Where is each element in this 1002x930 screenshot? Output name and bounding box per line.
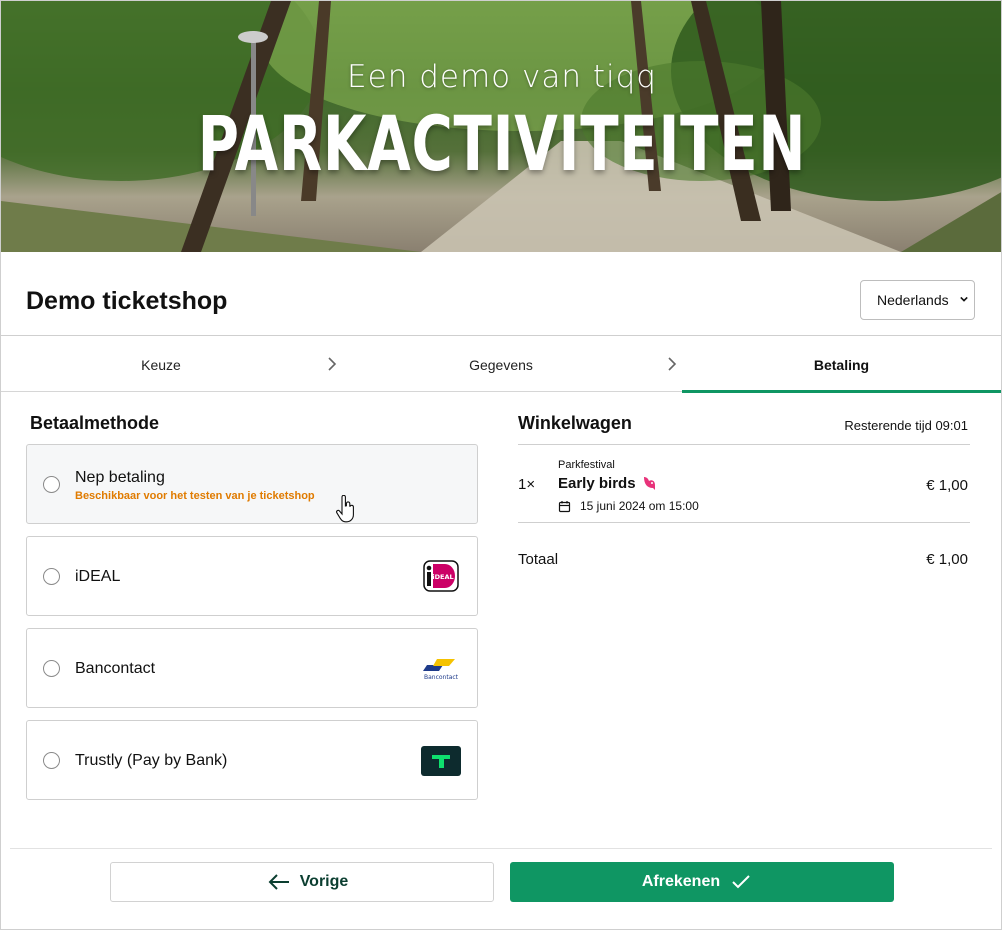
cart-total-value: € 1,00 bbox=[926, 551, 968, 568]
shop-header: Demo ticketshop Nederlands bbox=[1, 252, 1001, 336]
radio-trustly[interactable] bbox=[43, 752, 60, 769]
arrow-left-icon bbox=[268, 874, 289, 890]
bird-icon bbox=[644, 477, 655, 490]
payment-option-ideal[interactable]: iDEAL iDEAL bbox=[26, 536, 478, 616]
step-gegevens-label: Gegevens bbox=[469, 356, 533, 373]
step-keuze[interactable]: Keuze bbox=[1, 337, 321, 392]
radio-nep[interactable] bbox=[43, 476, 60, 493]
divider bbox=[518, 444, 970, 445]
calendar-icon bbox=[558, 501, 571, 513]
checkout-button[interactable]: Afrekenen bbox=[510, 862, 894, 902]
step-gegevens[interactable]: Gegevens bbox=[341, 337, 661, 392]
previous-button[interactable]: Vorige bbox=[110, 862, 494, 902]
ideal-logo: iDEAL bbox=[423, 560, 459, 592]
cart-item-qty: 1× bbox=[518, 476, 536, 493]
payment-heading: Betaalmethode bbox=[30, 413, 160, 433]
checkout-button-label: Afrekenen bbox=[641, 873, 721, 890]
hero-banner: Een demo van tiqq PARKACTIVITEITEN bbox=[1, 1, 1001, 252]
payment-label-bancontact: Bancontact bbox=[75, 660, 156, 677]
cart-time-left: Resterende tijd 09:01 bbox=[844, 418, 968, 433]
banner-subtitle: Een demo van tiqq bbox=[347, 59, 657, 95]
chevron-down-icon bbox=[960, 296, 968, 302]
chevron-right-icon bbox=[328, 357, 337, 371]
ideal-logo-text: iDEAL bbox=[432, 573, 453, 581]
cart-item-name: Early birds bbox=[558, 475, 636, 492]
step-betaling-label: Betaling bbox=[813, 356, 870, 373]
bancontact-logo-text: Bancontact bbox=[424, 674, 459, 681]
step-keuze-label: Keuze bbox=[141, 356, 181, 373]
cart-heading: Winkelwagen bbox=[518, 413, 632, 433]
radio-ideal[interactable] bbox=[43, 568, 60, 585]
radio-bancontact[interactable] bbox=[43, 660, 60, 677]
payment-hint-nep: Beschikbaar voor het testen van je ticke… bbox=[75, 490, 315, 502]
language-select[interactable]: Nederlands bbox=[860, 280, 975, 320]
payment-label-trustly: Trustly (Pay by Bank) bbox=[75, 752, 228, 769]
cart-total-label: Totaal bbox=[518, 551, 559, 568]
chevron-right-icon bbox=[668, 357, 677, 371]
step-betaling[interactable]: Betaling bbox=[682, 337, 1001, 393]
payment-option-trustly[interactable]: Trustly (Pay by Bank) bbox=[26, 720, 478, 800]
cart-item-price: € 1,00 bbox=[926, 477, 968, 494]
hand-cursor-icon bbox=[336, 495, 354, 523]
divider bbox=[518, 522, 970, 523]
footer-divider bbox=[10, 848, 992, 849]
payment-label-ideal: iDEAL bbox=[75, 568, 121, 585]
cart-item-event: Parkfestival bbox=[558, 459, 615, 471]
cart-item-date: 15 juni 2024 om 15:00 bbox=[580, 499, 699, 513]
payment-label-nep: Nep betaling bbox=[75, 469, 165, 486]
bancontact-logo: Bancontact bbox=[423, 659, 459, 681]
payment-option-nep[interactable]: Nep betaling Beschikbaar voor het testen… bbox=[26, 444, 478, 524]
checkmark-icon bbox=[732, 875, 750, 889]
banner-title: PARKACTIVITEITEN bbox=[197, 99, 807, 188]
shop-title: Demo ticketshop bbox=[26, 287, 228, 315]
previous-button-label: Vorige bbox=[299, 873, 349, 890]
checkout-steps: Keuze Gegevens Betaling bbox=[1, 337, 1001, 393]
payment-option-bancontact[interactable]: Bancontact Bancontact bbox=[26, 628, 478, 708]
language-select-value: Nederlands bbox=[877, 292, 949, 308]
page: Een demo van tiqq PARKACTIVITEITEN Demo … bbox=[0, 0, 1002, 930]
trustly-logo bbox=[421, 746, 461, 776]
